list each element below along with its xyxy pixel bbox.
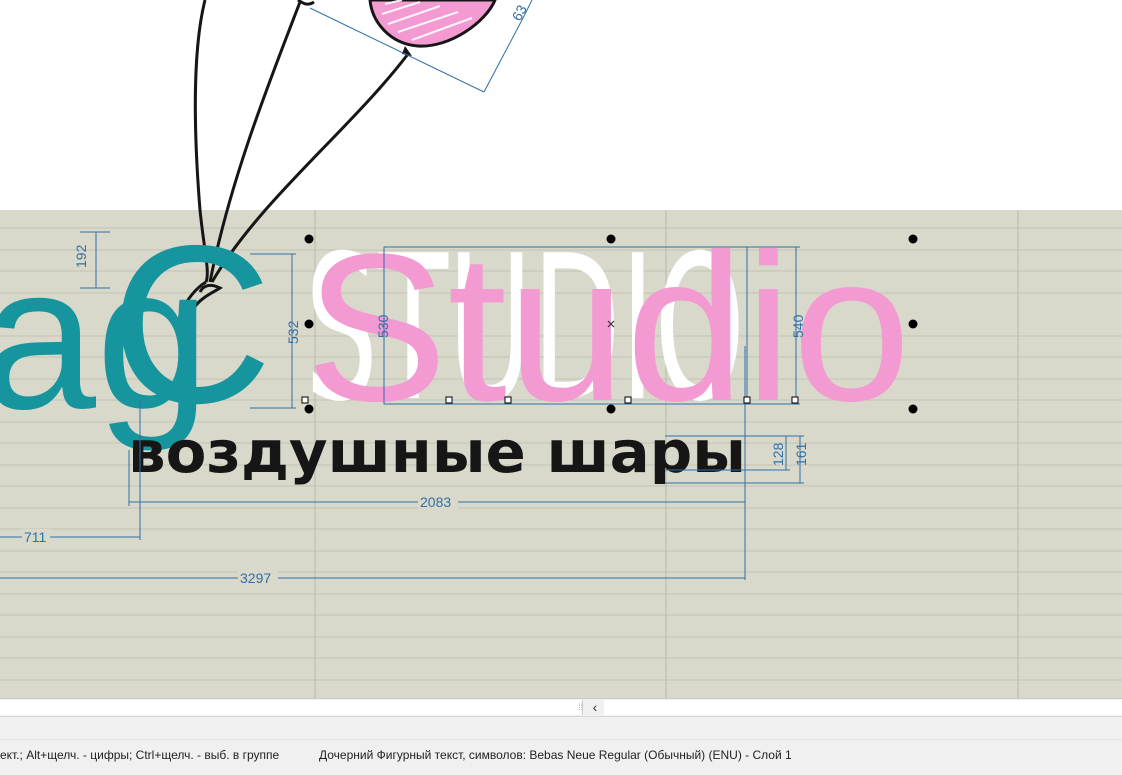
- dimension-label-161: 161: [793, 442, 809, 466]
- splitter-grip-icon[interactable]: ⁞⁞: [578, 702, 586, 713]
- horizontal-scrollbar[interactable]: ⁞⁞ ‹: [0, 698, 1122, 716]
- selection-handle-bottom-center: [606, 404, 616, 414]
- status-selection-info: Дочерний Фигурный текст, символов: Bebas…: [319, 748, 792, 762]
- selection-handle-top-center: [606, 234, 616, 244]
- status-bar: ект.; Alt+щелч. - цифры; Ctrl+щелч. - вы…: [0, 716, 1122, 775]
- dimension-label-3297: 3297: [240, 570, 271, 586]
- dimension-label-711: 711: [24, 529, 47, 545]
- dimension-label-63: 63: [509, 2, 531, 23]
- status-bar-divider: [0, 739, 1122, 740]
- status-hint-text: ект.; Alt+щелч. - цифры; Ctrl+щелч. - вы…: [0, 748, 280, 762]
- selection-handle-middle-right: [908, 319, 918, 329]
- dimension-label-530: 530: [375, 314, 391, 338]
- logo-letter-c[interactable]: C: [110, 198, 273, 450]
- drawing-canvas[interactable]: 63 STUDIO ag C Studio воздушные шары 192…: [0, 0, 1122, 698]
- dimension-label-532: 532: [285, 320, 301, 344]
- selection-handle-top-right: [908, 234, 918, 244]
- dimension-label-540: 540: [790, 314, 806, 338]
- selection-handle-middle-left: [304, 319, 314, 329]
- dimension-label-192: 192: [73, 244, 89, 268]
- scrollbar-track[interactable]: [604, 700, 1122, 715]
- selection-handle-bottom-left: [304, 404, 314, 414]
- page-tabs-area[interactable]: [0, 700, 583, 715]
- artwork[interactable]: 63 STUDIO ag C Studio воздушные шары 192…: [0, 0, 1122, 698]
- selection-handle-top-left: [304, 234, 314, 244]
- dimension-label-128: 128: [770, 442, 786, 466]
- dimension-label-2083: 2083: [420, 494, 451, 510]
- scroll-left-button[interactable]: ‹: [586, 699, 604, 716]
- logo-tagline[interactable]: воздушные шары: [128, 418, 746, 486]
- selection-handle-bottom-right: [908, 404, 918, 414]
